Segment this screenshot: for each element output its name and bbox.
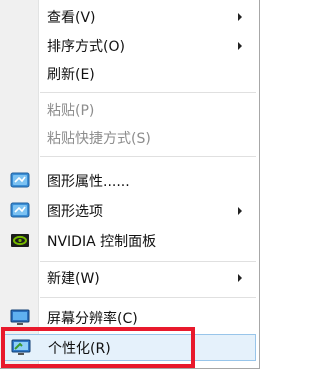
submenu-arrow-icon [238,206,242,215]
menu-item-label: 图形属性...... [47,173,130,190]
menu-item-label: 图形选项 [47,203,103,220]
menu-item-new[interactable]: 新建(W) [2,264,256,291]
nvidia-icon [10,232,30,250]
menu-item-label: 新建(W) [47,270,100,287]
menu-separator [40,297,256,298]
highlight-box [1,327,195,368]
menu-separator [40,261,256,262]
submenu-arrow-icon [238,273,242,282]
context-menu: 查看(V) 排序方式(O) 刷新(E) 粘贴(P) 粘贴快捷方式(S) 图形属性… [0,0,260,369]
submenu-arrow-icon [238,12,242,21]
menu-item-paste-shortcut[interactable]: 粘贴快捷方式(S) [2,124,256,151]
menu-item-label: 排序方式(O) [47,38,125,55]
intel-graphics-icon [10,202,30,220]
menu-item-label: 粘贴(P) [47,102,95,119]
menu-item-graphics-properties[interactable]: 图形属性...... [2,167,256,194]
intel-graphics-icon [10,172,30,190]
menu-item-label: 刷新(E) [47,66,95,83]
submenu-arrow-icon [238,41,242,50]
menu-item-sort-by[interactable]: 排序方式(O) [2,32,256,59]
menu-separator [40,92,256,93]
menu-item-nvidia-control-panel[interactable]: NVIDIA 控制面板 [2,227,256,254]
menu-item-label: 粘贴快捷方式(S) [47,130,151,147]
menu-item-refresh[interactable]: 刷新(E) [2,60,256,87]
menu-separator [40,156,256,157]
menu-item-paste[interactable]: 粘贴(P) [2,96,256,123]
menu-item-label: 屏幕分辨率(C) [47,310,138,327]
menu-item-graphics-options[interactable]: 图形选项 [2,197,256,224]
display-icon [10,309,30,327]
menu-item-view[interactable]: 查看(V) [2,3,256,30]
menu-item-label: NVIDIA 控制面板 [47,233,157,250]
menu-item-label: 查看(V) [47,9,96,26]
